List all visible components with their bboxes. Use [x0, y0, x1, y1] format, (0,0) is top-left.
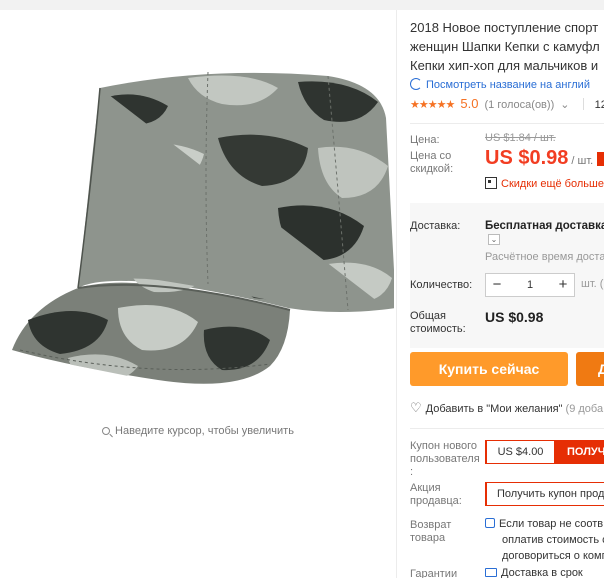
rating-score: 5.0 — [460, 96, 479, 111]
delivery-estimate: Расчётное время достав — [485, 251, 604, 263]
rating-votes-link[interactable]: (1 голоса(ов)) — [485, 99, 555, 111]
title-line: женщин Шапки Кепки с камуфл — [410, 39, 600, 54]
buy-now-button[interactable]: Купить сейчас — [410, 352, 568, 386]
total-label: Общая стоимость: — [410, 310, 466, 336]
label-line: стоимость: — [410, 323, 466, 335]
original-price: US $1.84 / шт. — [485, 132, 556, 144]
returns-line: оплатив стоимость с — [502, 534, 604, 546]
label-line: Общая — [410, 310, 446, 322]
label-line: Акция — [410, 482, 441, 494]
guarantee-text: Доставка в срок — [501, 567, 583, 578]
translate-link-text: Посмотреть название на англий — [426, 79, 590, 91]
app-discount-link[interactable]: Скидки ещё больше — [485, 177, 604, 190]
product-image-camo-cap[interactable] — [8, 58, 394, 398]
label-line: Купон нового — [410, 440, 478, 452]
quantity-decrease-button[interactable]: − — [486, 274, 508, 296]
shield-icon — [485, 518, 495, 528]
discount-price: US $0.98/ шт. — [485, 147, 604, 170]
rating-separator — [582, 98, 584, 110]
coupon-value: US $4.00 — [485, 440, 555, 464]
discount-tag-icon — [597, 152, 604, 166]
label-line: Цена со — [410, 150, 452, 162]
label-line: скидкой: — [410, 163, 454, 175]
magnifier-icon — [102, 427, 111, 435]
chevron-down-icon[interactable]: ⌄ — [488, 234, 500, 245]
quantity-increase-button[interactable]: + — [552, 274, 574, 296]
quantity-unit: шт. ( — [581, 278, 604, 290]
chevron-down-icon[interactable]: ⌄ — [560, 99, 569, 111]
product-title: 2018 Новое поступление спорт женщин Шапк… — [410, 18, 604, 75]
quantity-label: Количество: — [410, 279, 473, 291]
wishlist-count: (9 доба — [565, 403, 604, 415]
heart-icon: ♡ — [410, 400, 422, 415]
returns-policy: Если товар не соотв оплатив стоимость с … — [485, 516, 604, 564]
product-gallery: Наведите курсор, чтобы увеличить — [0, 10, 396, 578]
seller-coupon-button[interactable]: Получить купон прод — [485, 482, 604, 506]
returns-line: Если товар не соотв — [499, 518, 604, 530]
get-coupon-button[interactable]: ПОЛУЧ — [555, 440, 604, 464]
label-line: товара — [410, 532, 446, 544]
label-line: продавца: — [410, 495, 462, 507]
guarantee-label: Гарантии — [410, 568, 458, 578]
new-user-coupon: US $4.00 ПОЛУЧ — [485, 440, 604, 464]
label-line: Возврат — [410, 519, 452, 531]
qr-code-icon — [485, 177, 497, 189]
quantity-input[interactable] — [510, 276, 550, 294]
divider — [410, 123, 604, 124]
new-user-coupon-label: Купон нового пользователя : — [410, 440, 480, 479]
title-line: 2018 Новое поступление спорт — [410, 20, 599, 35]
truck-icon — [485, 568, 497, 577]
total-price: US $0.98 — [485, 309, 544, 325]
zoom-hint: Наведите курсор, чтобы увеличить — [0, 425, 396, 437]
returns-line: договориться о комп — [502, 550, 604, 562]
product-info-panel: 2018 Новое поступление спорт женщин Шапк… — [410, 10, 604, 578]
discount-price-label: Цена со скидкой: — [410, 150, 453, 176]
price-unit: / шт. — [571, 155, 594, 167]
label-line: пользователя — [410, 453, 480, 465]
returns-label: Возврат товара — [410, 519, 451, 545]
shipping-label: Доставка: — [410, 220, 461, 232]
shipping-method[interactable]: Бесплатная доставка в — [485, 220, 604, 232]
add-to-wishlist-link[interactable]: ♡ Добавить в "Мои желания" (9 доба — [410, 400, 603, 416]
seller-promo-label: Акция продавца: — [410, 482, 462, 508]
top-bar — [0, 0, 604, 10]
discount-price-amount: US $0.98 — [485, 147, 569, 169]
divider — [410, 428, 604, 429]
guarantee-info: Доставка в срок — [485, 567, 583, 578]
orders-count: 12 — [594, 99, 604, 111]
app-discount-text: Скидки ещё больше — [501, 178, 604, 190]
translate-icon — [410, 78, 422, 90]
price-label: Цена: — [410, 134, 440, 146]
quantity-stepper: − + — [485, 273, 575, 297]
zoom-hint-text: Наведите курсор, чтобы увеличить — [115, 425, 294, 437]
add-to-cart-button[interactable]: Д — [576, 352, 604, 386]
panel-divider — [396, 10, 397, 578]
translate-title-link[interactable]: Посмотреть название на англий — [410, 78, 590, 91]
title-line: Кепки хип-хоп для мальчиков и — [410, 58, 599, 73]
label-line: : — [410, 466, 414, 478]
rating-stars-icon: ★★★★★ — [410, 99, 455, 111]
wishlist-text: Добавить в "Мои желания" — [425, 403, 563, 415]
rating-row: ★★★★★ 5.0 (1 голоса(ов)) ⌄ 12 — [410, 96, 604, 111]
